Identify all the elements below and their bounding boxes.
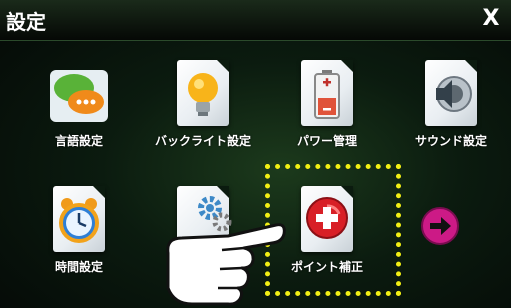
arrow-right-icon <box>421 207 459 245</box>
speaker-icon <box>436 76 472 112</box>
alarm-clock-icon <box>59 198 99 243</box>
pointing-hand-icon <box>166 223 286 306</box>
tile-time-settings[interactable]: 時間設定 <box>24 176 134 286</box>
battery-icon <box>314 70 340 119</box>
tile-label: 言語設定 <box>54 134 103 148</box>
window-title: 設定 <box>6 10 46 34</box>
chat-bubbles-icon <box>50 70 108 122</box>
tile-label: パワー管理 <box>296 134 357 148</box>
tile-power-management[interactable]: パワー管理 <box>272 50 382 160</box>
tile-language-settings[interactable]: 言語設定 <box>24 50 134 160</box>
close-button[interactable]: X <box>477 4 505 34</box>
tile-backlight-settings[interactable]: バックライト設定 <box>148 50 258 160</box>
title-bar: 設定 X <box>0 0 511 41</box>
next-page-button[interactable] <box>419 205 461 247</box>
tile-label: バックライト設定 <box>154 134 251 148</box>
tile-label: サウンド設定 <box>414 134 487 148</box>
tile-label: 時間設定 <box>54 260 103 274</box>
tile-sound-settings[interactable]: サウンド設定 <box>396 50 506 160</box>
lightbulb-icon <box>188 73 218 116</box>
settings-screen: 設定 X 言語設定 バックライト設定 パワー管理 サウンド設定 時間設定 ポイン… <box>0 0 511 308</box>
